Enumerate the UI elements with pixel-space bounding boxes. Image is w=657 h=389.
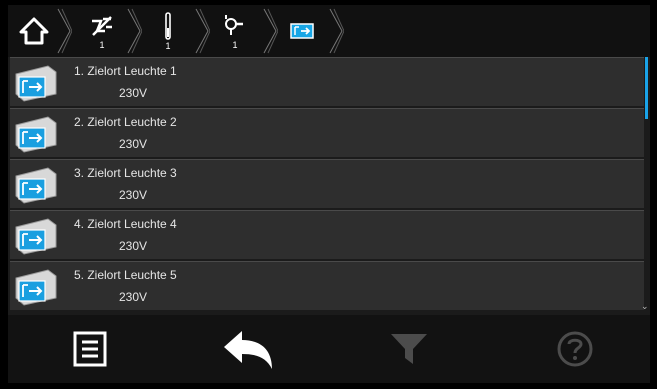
luminaire-list: 1. Zielort Leuchte 1 230V 2. Zielort Leu…	[8, 57, 650, 315]
breadcrumb-separator	[195, 8, 210, 54]
exit-sign-icon	[15, 218, 57, 255]
breadcrumb-circuit-line[interactable]: 1	[148, 5, 188, 57]
menu-button[interactable]	[64, 315, 116, 383]
help-icon	[557, 331, 593, 367]
scroll-down-icon[interactable]: ⌄	[641, 301, 649, 312]
item-name: 1. Zielort Leuchte 1	[74, 64, 177, 78]
breadcrumb-separator	[329, 8, 344, 54]
item-name: 3. Zielort Leuchte 3	[74, 166, 177, 180]
breadcrumb: 1 1 1	[8, 5, 650, 57]
lamp-icon	[225, 14, 243, 35]
list-item[interactable]: 2. Zielort Leuchte 2 230V	[10, 108, 644, 157]
scrollbar-thumb[interactable]	[645, 57, 648, 119]
list-item[interactable]: 5. Zielort Leuchte 5 230V	[10, 261, 644, 310]
back-arrow-icon	[224, 331, 272, 369]
breadcrumb-separator	[127, 8, 142, 54]
help-button[interactable]	[552, 315, 598, 383]
exit-sign-icon	[15, 65, 57, 102]
list-item[interactable]: 4. Zielort Leuchte 4 230V	[10, 210, 644, 259]
circuit-off-icon	[92, 15, 112, 36]
screen: 1 1 1 1. Zielort Leuchte 1 230V 2. Zielo…	[8, 5, 650, 383]
breadcrumb-separator	[263, 8, 278, 54]
back-button[interactable]	[218, 315, 280, 383]
exit-sign-icon	[15, 167, 57, 204]
item-voltage: 230V	[119, 188, 148, 202]
item-name: 4. Zielort Leuchte 4	[74, 217, 177, 231]
circuit-line-icon	[165, 11, 171, 40]
menu-icon	[73, 331, 107, 367]
home-icon	[19, 17, 49, 45]
breadcrumb-home[interactable]	[14, 5, 54, 57]
item-name: 2. Zielort Leuchte 2	[74, 115, 177, 129]
item-voltage: 230V	[119, 290, 148, 304]
exit-sign-icon	[290, 23, 314, 39]
item-voltage: 230V	[119, 239, 148, 253]
filter-button[interactable]	[386, 315, 432, 383]
list-item[interactable]: 1. Zielort Leuchte 1 230V	[10, 57, 644, 106]
breadcrumb-lamp[interactable]: 1	[215, 5, 255, 57]
breadcrumb-count: 1	[232, 39, 238, 50]
breadcrumb-separator	[57, 8, 72, 54]
device-frame: 1 1 1 1. Zielort Leuchte 1 230V 2. Zielo…	[0, 0, 657, 389]
item-name: 5. Zielort Leuchte 5	[74, 268, 177, 282]
exit-sign-icon	[15, 269, 57, 306]
filter-icon	[391, 334, 427, 364]
item-voltage: 230V	[119, 137, 148, 151]
breadcrumb-circuit-off[interactable]: 1	[82, 5, 122, 57]
list-item[interactable]: 3. Zielort Leuchte 3 230V	[10, 159, 644, 208]
exit-sign-icon	[15, 116, 57, 153]
breadcrumb-count: 1	[165, 40, 171, 51]
breadcrumb-exit-sign[interactable]	[282, 5, 322, 57]
breadcrumb-count: 1	[99, 39, 105, 50]
item-voltage: 230V	[119, 86, 148, 100]
bottom-toolbar	[8, 315, 650, 383]
